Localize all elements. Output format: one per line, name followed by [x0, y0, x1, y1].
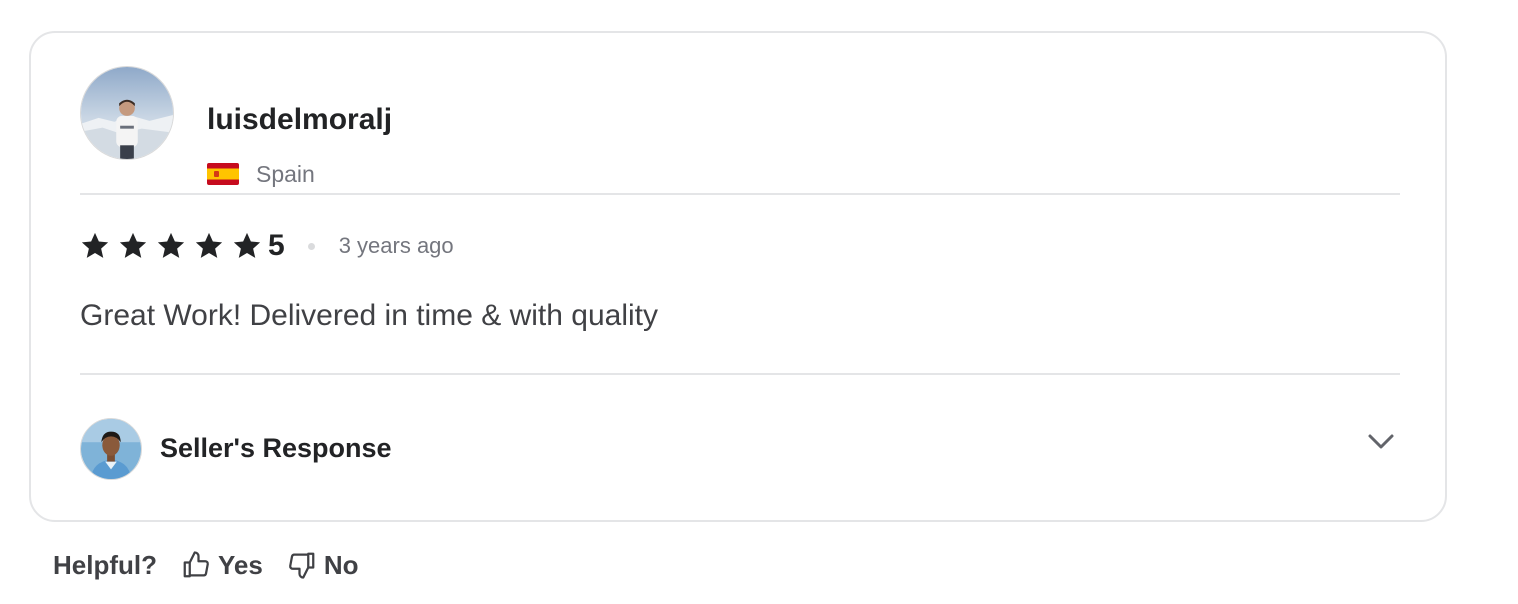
reviewer-country: Spain: [256, 161, 315, 187]
spain-flag-icon: [207, 163, 239, 185]
seller-avatar-image: [81, 419, 141, 479]
star-icon: [233, 232, 261, 258]
rating-score: 5: [268, 229, 285, 262]
seller-response-label: Seller's Response: [160, 433, 392, 463]
star-icon: [119, 232, 147, 258]
divider: [80, 373, 1400, 375]
helpful-no-label: No: [323, 550, 359, 580]
helpful-yes-label: Yes: [218, 550, 263, 580]
helpful-no-button[interactable]: No: [287, 547, 359, 583]
star-icon: [81, 232, 109, 258]
star-icon: [195, 232, 223, 258]
review-text: Great Work! Delivered in time & with qua…: [80, 299, 658, 332]
seller-response-toggle[interactable]: Seller's Response: [80, 418, 1400, 480]
separator-dot: [307, 242, 315, 250]
review-card: luisdelmoralj Spain 5 3 years ago Great …: [29, 31, 1447, 522]
helpful-label: Helpful?: [53, 550, 157, 580]
thumbs-up-icon: [183, 551, 209, 578]
star-rating: [80, 231, 268, 261]
reviewer-header: luisdelmoralj Spain: [80, 66, 1400, 187]
chevron-down-icon[interactable]: [1366, 430, 1396, 454]
seller-avatar: [80, 418, 142, 480]
reviewer-avatar[interactable]: [80, 66, 174, 160]
helpful-yes-button[interactable]: Yes: [181, 547, 263, 583]
divider: [80, 193, 1400, 195]
review-time-ago: 3 years ago: [338, 233, 454, 258]
helpful-row: Helpful? Yes No: [53, 546, 359, 584]
star-icon: [157, 232, 185, 258]
reviewer-avatar-image: [81, 67, 173, 159]
reviewer-country-row: Spain: [207, 159, 315, 189]
thumbs-down-icon: [288, 552, 315, 579]
reviewer-username[interactable]: luisdelmoralj: [207, 102, 392, 138]
rating-row: 5 3 years ago: [80, 229, 454, 263]
